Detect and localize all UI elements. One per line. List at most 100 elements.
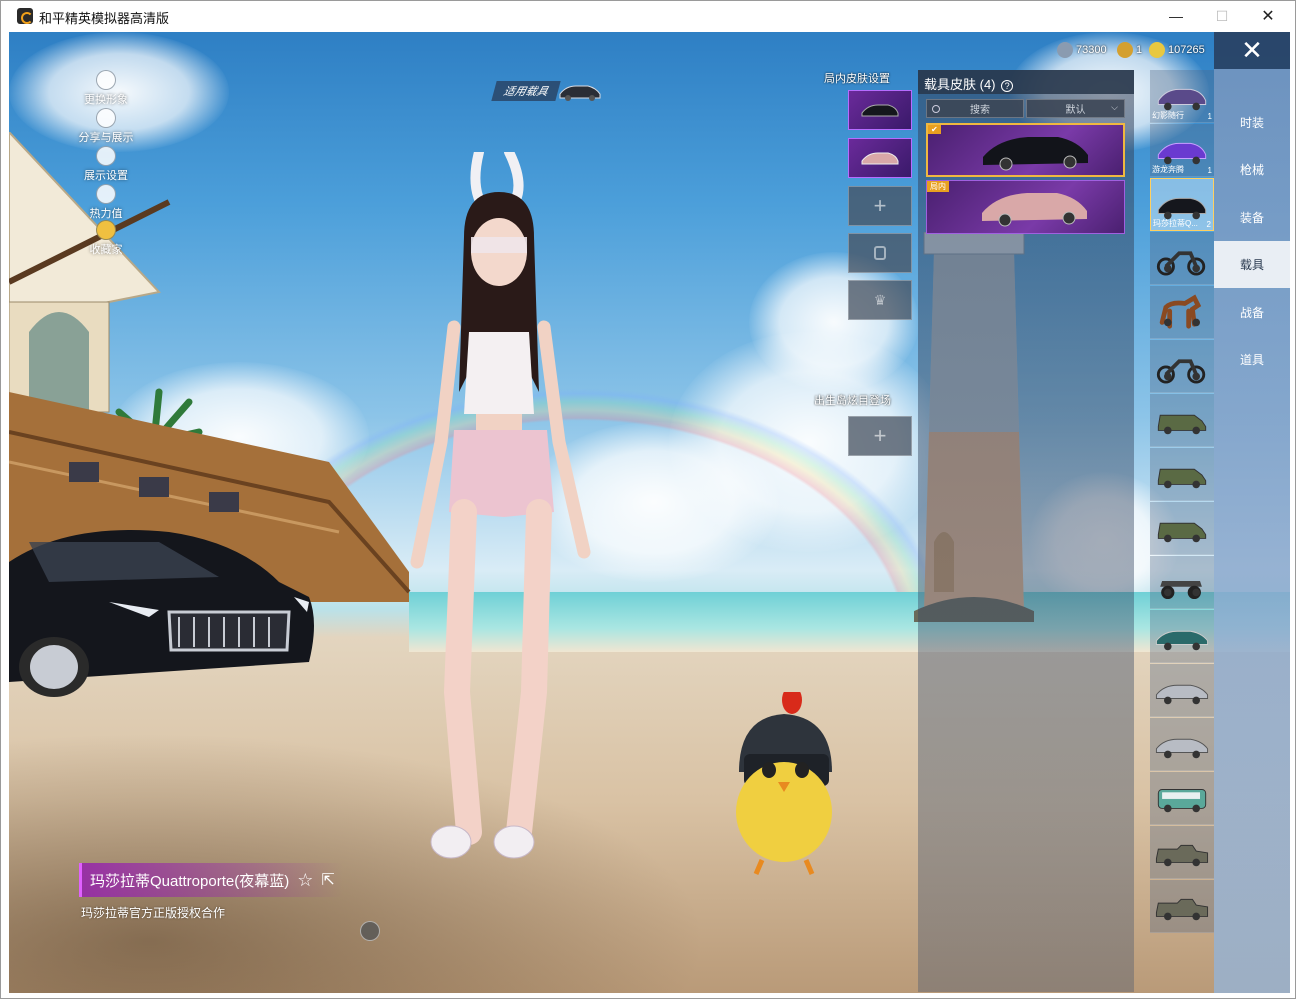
skin-slot-2[interactable] (848, 138, 912, 178)
spawn-slot-add[interactable]: + (848, 416, 912, 456)
minimize-button[interactable]: — (1153, 1, 1199, 31)
gold-coin-icon (1149, 42, 1165, 58)
applicable-vehicle-label: 适用载具 (491, 81, 561, 101)
pickup-icon (1155, 898, 1209, 921)
pickup-icon (1155, 844, 1209, 867)
vehicle-list-item[interactable] (1150, 502, 1214, 555)
vehicle-type-list: 幻影随行 1 游龙奔腾 1 玛莎拉蒂Q... 2 (1150, 70, 1214, 970)
tab-items[interactable]: 道具 (1214, 336, 1290, 383)
tab-equipment[interactable]: 装备 (1214, 194, 1290, 241)
player-character (410, 152, 591, 859)
close-window-button[interactable]: ✕ (1245, 1, 1291, 31)
vehicle-list-item[interactable]: 玛莎拉蒂Q... 2 (1150, 178, 1214, 231)
vehicle-name: 幻影随行 (1152, 111, 1184, 120)
silver-amount: 73300 (1076, 44, 1107, 56)
sedan-teal-icon (1155, 630, 1209, 651)
motorbike-icon (1156, 251, 1206, 276)
license-text: 玛莎拉蒂官方正版授权合作 (81, 906, 226, 920)
vehicle-list-item[interactable]: 幻影随行 1 (1150, 70, 1214, 123)
vehicle-name: 游龙奔腾 (1152, 165, 1184, 174)
skin-slot-add[interactable]: + (848, 186, 912, 226)
in-game-skin-settings-label[interactable]: 局内皮肤设置 (824, 70, 890, 86)
help-icon[interactable]: ? (1001, 80, 1014, 92)
game-viewport: 更换形象 分享与展示 展示设置 热力值 收藏家 适用载具 73300 1 107… (9, 32, 1290, 993)
jeep-icon (1157, 468, 1207, 489)
skin-search-input[interactable]: 搜索 (926, 99, 1024, 118)
vehicle-name: 玛莎拉蒂Q... (1153, 219, 1198, 228)
sort-select[interactable]: 默认 ⌵ (1026, 99, 1125, 118)
emulator-window: 和平精英模拟器高清版 — ☐ ✕ 更换形象 分享与展示 展示设置 热力值 收藏家… (0, 0, 1296, 999)
in-game-badge: 局内 (927, 181, 949, 192)
skin-card-black[interactable]: ✔ (926, 123, 1125, 177)
vehicle-list-item[interactable] (1150, 340, 1214, 393)
share-label: 分享与展示 (78, 132, 134, 144)
sedan-icon (559, 85, 601, 101)
tab-battle-prep[interactable]: 战备 (1214, 289, 1290, 336)
tab-vehicles[interactable]: 载具 (1214, 241, 1290, 288)
spawn-island-entrance-label[interactable]: 出生岛炫目登场 (814, 392, 891, 408)
close-panel-button[interactable]: ✕ (1214, 32, 1290, 69)
currency-token[interactable]: 1 (1117, 42, 1142, 58)
display-settings-label: 展示设置 (84, 170, 128, 182)
display-settings-button[interactable]: 展示设置 (71, 146, 141, 183)
skin-slot-locked-1[interactable] (848, 233, 912, 273)
currency-gold[interactable]: 107265 (1149, 42, 1205, 58)
token-icon (1117, 42, 1133, 58)
heat-value-button[interactable]: 热力值 (71, 184, 141, 221)
skin-name: 玛莎拉蒂Quattroporte(夜幕蓝) (90, 872, 290, 890)
lock-icon (874, 246, 886, 260)
avatar-icon (96, 70, 116, 90)
skin-card-pink[interactable]: 局内 (926, 180, 1125, 234)
change-avatar-label: 更换形象 (84, 94, 128, 106)
share-export-icon[interactable]: ⇱ (321, 870, 334, 890)
vehicle-list-item[interactable] (1150, 772, 1214, 825)
currency-silver[interactable]: 73300 (1057, 42, 1107, 58)
motorbike-icon (1156, 359, 1206, 384)
maximize-button[interactable]: ☐ (1199, 1, 1245, 31)
chick-pet (736, 692, 832, 875)
vehicle-list-item[interactable] (1150, 826, 1214, 879)
vehicle-skin-count: 2 (1206, 220, 1211, 229)
heat-value-label: 热力值 (89, 208, 123, 220)
skin-slot-1[interactable] (848, 90, 912, 130)
vehicle-list-item[interactable] (1150, 232, 1214, 285)
change-avatar-button[interactable]: 更换形象 (71, 70, 141, 107)
vehicle-list-item[interactable] (1150, 286, 1214, 339)
sort-value: 默认 (1065, 105, 1086, 116)
vehicle-list-item[interactable] (1150, 556, 1214, 609)
vehicle-list-item[interactable]: 游龙奔腾 1 (1150, 124, 1214, 177)
tab-weapons[interactable]: 枪械 (1214, 146, 1290, 193)
chevron-down-icon: ⌵ (1111, 102, 1118, 112)
favorite-star-icon[interactable]: ☆ (297, 870, 313, 891)
vehicle-list-item[interactable] (1150, 610, 1214, 663)
jeep-icon (1157, 414, 1207, 435)
collector-button[interactable]: 收藏家 (71, 220, 141, 257)
applicable-vehicle-tag[interactable]: 适用载具 (491, 80, 602, 102)
vehicle-skin-panel: 载具皮肤 (4) ? 搜索 默认 ⌵ ✔ 局内 (918, 70, 1134, 992)
monster-truck-icon (1160, 581, 1202, 600)
vehicle-list-item[interactable] (1150, 394, 1214, 447)
car-purple-icon (1157, 88, 1207, 111)
sedan-silver-icon (1155, 738, 1209, 759)
silver-coin-icon (1057, 42, 1073, 58)
share-button[interactable]: 分享与展示 (71, 108, 141, 145)
pink-sedan-icon (861, 152, 899, 165)
skin-name-bar: 玛莎拉蒂Quattroporte(夜幕蓝) ☆ ⇱ (79, 863, 343, 897)
vehicle-list-item[interactable] (1150, 718, 1214, 771)
horse-icon (1159, 294, 1202, 329)
flame-icon (96, 184, 116, 204)
category-tabs: 时装 枪械 装备 载具 战备 道具 (1214, 69, 1290, 993)
van-icon (1157, 789, 1207, 813)
vehicle-list-item[interactable] (1150, 448, 1214, 501)
black-maserati-thumbnail (983, 137, 1088, 171)
collector-label: 收藏家 (89, 244, 123, 256)
skin-slot-locked-2[interactable]: ♛ (848, 280, 912, 320)
jeep-icon (1157, 522, 1207, 543)
car-neon-icon (1157, 142, 1207, 165)
maserati-car (9, 530, 314, 697)
tab-fashion[interactable]: 时装 (1214, 99, 1290, 146)
search-icon (932, 104, 940, 113)
horn-button[interactable] (360, 921, 380, 941)
vehicle-list-item[interactable] (1150, 880, 1214, 933)
vehicle-list-item[interactable] (1150, 664, 1214, 717)
